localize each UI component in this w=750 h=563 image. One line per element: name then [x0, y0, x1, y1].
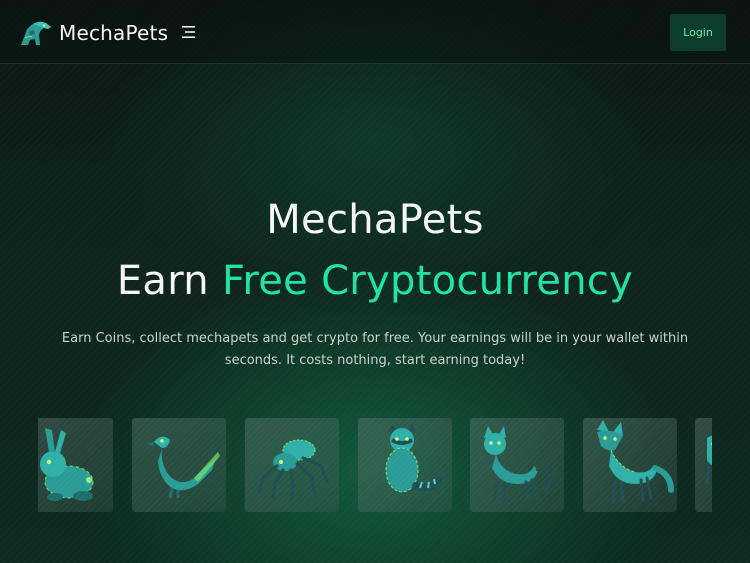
robot-spider-icon [257, 439, 329, 502]
pet-card-partial[interactable] [695, 418, 712, 512]
hero-description: Earn Coins, collect mechapets and get cr… [61, 331, 689, 368]
robot-bird-icon [146, 436, 220, 499]
hero-subtitle-accent: Free Cryptocurrency [221, 258, 634, 304]
pet-card-cat[interactable] [470, 418, 564, 512]
pet-card-raccoon[interactable] [358, 418, 452, 512]
mechapet-dino-logo-icon [21, 21, 51, 45]
pet-card-fox[interactable] [583, 418, 677, 512]
robot-raccoon-icon [385, 424, 442, 493]
hero-title: MechaPets [266, 197, 484, 243]
robot-cat-icon [484, 426, 552, 504]
login-button[interactable]: Login [670, 14, 726, 51]
pet-card-spider[interactable] [245, 418, 339, 512]
hero-subtitle-prefix: Earn [116, 258, 209, 304]
hero-subtitle: Earn Free Cryptocurrency [0, 258, 750, 304]
brand-name: MechaPets [59, 21, 169, 45]
robot-pet-partial-icon [705, 435, 712, 485]
pet-carousel[interactable] [38, 418, 712, 512]
robot-fox-icon [597, 420, 674, 504]
pet-card-bird[interactable] [132, 418, 226, 512]
robot-rabbit-icon [40, 428, 94, 501]
pet-card-rabbit[interactable] [38, 418, 113, 512]
brand-link[interactable]: MechaPets [18, 17, 168, 49]
top-navbar: MechaPets Login [0, 0, 750, 64]
landing-page: MechaPets Login MechaPets Earn Free Cryp… [0, 0, 750, 563]
hamburger-menu-icon[interactable] [180, 24, 198, 40]
